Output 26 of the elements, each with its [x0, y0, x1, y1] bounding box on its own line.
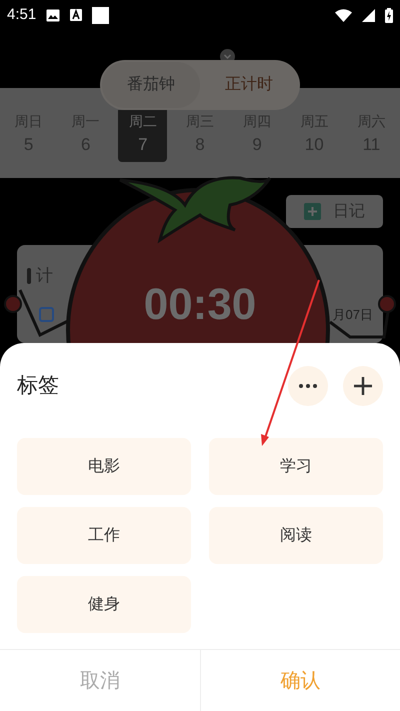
add-button[interactable] — [343, 366, 383, 406]
cancel-button[interactable]: 取消 — [0, 650, 200, 711]
notification-icon — [92, 6, 110, 24]
sheet-title: 标签 — [17, 373, 60, 400]
wifi-icon — [335, 8, 352, 22]
day-cell[interactable]: 周二 7 — [118, 110, 168, 162]
plan-date: 月07日 — [332, 306, 373, 324]
confirm-button[interactable]: 确认 — [200, 650, 400, 711]
mode-tab[interactable]: 正计时 — [200, 62, 298, 108]
plus-icon — [304, 203, 321, 220]
mode-tab[interactable]: 番茄钟 — [102, 62, 200, 108]
signal-icon — [362, 8, 375, 22]
tag-button[interactable]: 电影 — [17, 438, 191, 495]
status-time: 4:51 — [7, 4, 36, 25]
tag-button[interactable]: 学习 — [209, 438, 383, 495]
more-icon — [299, 384, 317, 388]
image-icon — [46, 8, 60, 22]
plus-icon — [353, 376, 373, 396]
more-button[interactable] — [288, 366, 328, 406]
timer-display: 00:30 — [144, 283, 256, 327]
tag-button[interactable]: 健身 — [17, 576, 191, 633]
checkbox[interactable] — [39, 306, 54, 322]
text-icon — [70, 9, 82, 21]
battery-charging-icon — [385, 8, 393, 22]
tag-button[interactable]: 工作 — [17, 507, 191, 564]
tag-button[interactable]: 阅读 — [209, 507, 383, 564]
